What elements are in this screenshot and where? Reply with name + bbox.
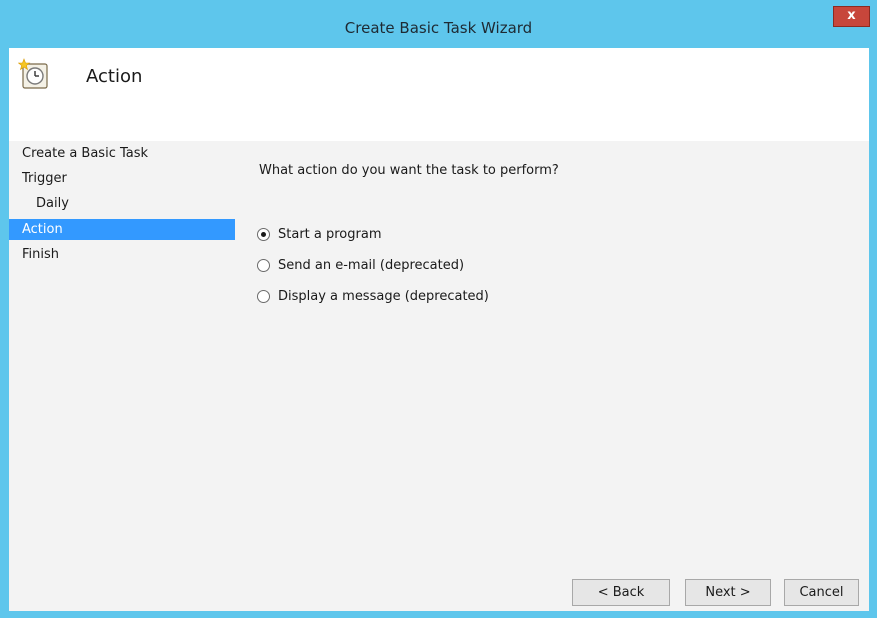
option-label[interactable]: Display a message (deprecated): [278, 289, 489, 304]
next-button[interactable]: Next >: [685, 579, 771, 606]
nav-item-action[interactable]: Action: [9, 219, 235, 240]
wizard-steps-nav: Create a Basic Task Trigger Daily Action…: [9, 141, 235, 611]
nav-item-finish[interactable]: Finish: [9, 244, 235, 265]
option-display-message[interactable]: Display a message (deprecated): [257, 286, 489, 306]
action-question: What action do you want the task to perf…: [259, 163, 559, 178]
option-send-email[interactable]: Send an e-mail (deprecated): [257, 255, 464, 275]
window-title: Create Basic Task Wizard: [344, 19, 533, 37]
back-button[interactable]: < Back: [572, 579, 670, 606]
nav-item-daily[interactable]: Daily: [9, 193, 235, 214]
option-label[interactable]: Send an e-mail (deprecated): [278, 258, 464, 273]
wizard-content: Create a Basic Task Trigger Daily Action…: [9, 141, 869, 611]
option-label[interactable]: Start a program: [278, 227, 381, 242]
page-title: Action: [86, 66, 143, 87]
title-bar[interactable]: Create Basic Task Wizard x: [0, 0, 877, 48]
radio-button[interactable]: [257, 289, 270, 303]
main-panel: What action do you want the task to perf…: [235, 141, 869, 611]
task-scheduler-clock-icon: [18, 58, 48, 89]
wizard-window: Create Basic Task Wizard x Action Create…: [0, 0, 877, 618]
nav-item-create-basic-task[interactable]: Create a Basic Task: [9, 143, 235, 164]
radio-button[interactable]: [257, 258, 270, 272]
radio-button-selected[interactable]: [257, 227, 270, 241]
option-start-program[interactable]: Start a program: [257, 224, 381, 244]
nav-item-trigger[interactable]: Trigger: [9, 168, 235, 189]
close-button[interactable]: x: [833, 6, 870, 27]
wizard-header: Action: [9, 48, 869, 141]
cancel-button[interactable]: Cancel: [784, 579, 859, 606]
